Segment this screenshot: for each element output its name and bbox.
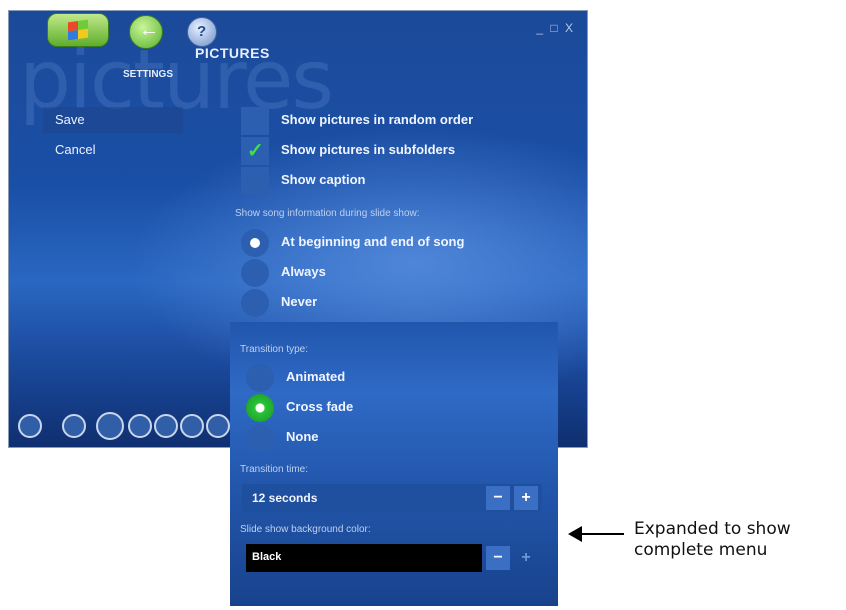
radio-button[interactable] <box>246 424 274 452</box>
checkbox-subfolders[interactable]: ✓ Show pictures in subfolders <box>241 137 541 165</box>
background-color-heading: Slide show background color: <box>240 524 371 535</box>
transition-type-heading: Transition type: <box>240 344 308 355</box>
transition-time-value: 12 seconds <box>252 491 318 505</box>
radio-cross-fade[interactable]: Cross fade <box>246 394 546 422</box>
radio-button[interactable] <box>241 289 269 317</box>
minimize-player-icon[interactable] <box>18 414 42 438</box>
decrease-color-button[interactable]: − <box>486 546 510 570</box>
radio-label: Cross fade <box>286 399 354 414</box>
transition-time-field[interactable]: 12 seconds − + <box>242 484 542 512</box>
color-value-box: Black <box>246 544 482 572</box>
checkbox-label: Show pictures in subfolders <box>281 142 456 157</box>
radio-button[interactable] <box>246 394 274 422</box>
annotation-arrow <box>568 522 628 546</box>
song-info-heading: Show song information during slide show: <box>235 208 420 219</box>
checkbox-random-order[interactable]: Show pictures in random order <box>241 107 541 135</box>
breadcrumb: SETTINGS <box>123 69 174 80</box>
save-button[interactable]: Save <box>43 107 183 133</box>
checkbox[interactable]: ✓ <box>241 137 269 165</box>
radio-animated[interactable]: Animated <box>246 364 546 392</box>
volume-icon[interactable] <box>62 414 86 438</box>
radio-none[interactable]: None <box>246 424 546 452</box>
radio-never[interactable]: Never <box>241 289 541 317</box>
annotation-line-1: Expanded to show <box>634 519 791 539</box>
play-icon[interactable] <box>154 414 178 438</box>
rewind-icon[interactable] <box>128 414 152 438</box>
decrease-time-button[interactable]: − <box>486 486 510 510</box>
windows-flag-icon <box>68 19 88 41</box>
checkmark-icon: ✓ <box>247 140 264 162</box>
transition-time-heading: Transition time: <box>240 464 308 475</box>
increase-time-button[interactable]: + <box>514 486 538 510</box>
checkbox-label: Show pictures in random order <box>281 112 474 127</box>
radio-label: Animated <box>286 369 346 384</box>
radio-label: Always <box>281 264 326 279</box>
help-icon: ? <box>197 23 207 40</box>
checkbox[interactable] <box>241 167 269 195</box>
start-button[interactable] <box>47 13 109 47</box>
playback-controls <box>8 410 234 444</box>
checkbox[interactable] <box>241 107 269 135</box>
radio-label: None <box>286 429 319 444</box>
radio-always[interactable]: Always <box>241 259 541 287</box>
stop-icon[interactable] <box>96 412 124 440</box>
fast-forward-icon[interactable] <box>180 414 204 438</box>
checkbox-caption[interactable]: Show caption <box>241 167 541 195</box>
radio-button[interactable] <box>241 259 269 287</box>
background-color-value: Black <box>252 551 282 563</box>
help-button[interactable]: ? <box>187 17 217 47</box>
radio-beginning-end[interactable]: At beginning and end of song <box>241 229 541 257</box>
cancel-button[interactable]: Cancel <box>43 137 183 163</box>
increase-color-button[interactable]: + <box>514 546 538 570</box>
expanded-settings-panel: Transition type: Animated Cross fade Non… <box>230 322 558 606</box>
skip-icon[interactable] <box>206 414 230 438</box>
window-controls[interactable]: _ □ X <box>536 21 575 35</box>
back-arrow-icon: ← <box>139 19 159 41</box>
annotation-text: Expanded to show complete menu <box>634 519 791 561</box>
annotation-line-2: complete menu <box>634 540 768 560</box>
back-button[interactable]: ← <box>129 15 163 49</box>
checkbox-label: Show caption <box>281 172 366 187</box>
radio-label: At beginning and end of song <box>281 234 465 249</box>
background-color-field[interactable]: Black − + <box>242 544 542 572</box>
radio-button[interactable] <box>241 229 269 257</box>
radio-button[interactable] <box>246 364 274 392</box>
page-title: PICTURES <box>195 45 270 61</box>
radio-label: Never <box>281 294 318 309</box>
